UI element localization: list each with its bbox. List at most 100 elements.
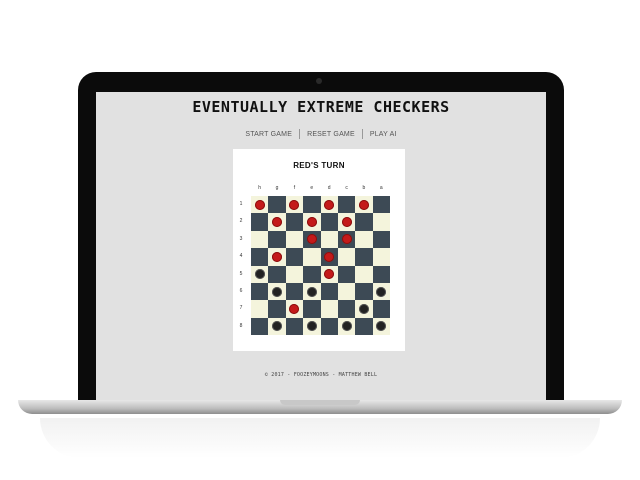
board-square[interactable]: [251, 196, 269, 214]
board-square[interactable]: [320, 196, 338, 214]
red-checker-piece[interactable]: [254, 199, 265, 210]
board-square[interactable]: [285, 317, 304, 335]
red-checker-piece[interactable]: [306, 234, 317, 245]
board-square[interactable]: [337, 230, 356, 249]
black-checker-piece[interactable]: [376, 321, 387, 332]
red-checker-piece[interactable]: [341, 234, 352, 245]
board-square[interactable]: [303, 248, 321, 266]
board-square[interactable]: [268, 196, 286, 214]
column-label: b: [362, 185, 366, 191]
board-square[interactable]: [355, 230, 373, 249]
page-title: Eventually Extreme Checkers: [192, 98, 450, 116]
red-checker-piece[interactable]: [306, 217, 317, 228]
board-square[interactable]: [372, 282, 390, 301]
board-square[interactable]: [337, 300, 356, 318]
reset-game-button[interactable]: Reset Game: [300, 131, 362, 138]
board-square[interactable]: [303, 230, 321, 249]
black-checker-piece[interactable]: [376, 286, 387, 297]
red-checker-piece[interactable]: [358, 199, 369, 210]
board-square[interactable]: [268, 317, 286, 335]
board-square[interactable]: [372, 248, 390, 266]
red-checker-piece[interactable]: [324, 251, 335, 262]
black-checker-piece[interactable]: [358, 303, 369, 314]
black-checker-piece[interactable]: [254, 269, 265, 280]
red-checker-piece[interactable]: [289, 199, 300, 210]
board-square[interactable]: [303, 300, 321, 318]
row-label: 2: [239, 218, 243, 225]
board-square[interactable]: [320, 248, 338, 266]
board-square[interactable]: [372, 317, 390, 335]
board-square[interactable]: [303, 282, 321, 301]
board-square[interactable]: [251, 230, 269, 249]
board-square[interactable]: [355, 317, 373, 335]
board-square[interactable]: [251, 248, 269, 266]
red-checker-piece[interactable]: [324, 199, 335, 210]
board-square[interactable]: [320, 300, 338, 318]
board-square[interactable]: [337, 248, 356, 266]
board-square[interactable]: [268, 265, 286, 283]
board-square[interactable]: [303, 196, 321, 214]
board-square[interactable]: [355, 248, 373, 266]
board-square[interactable]: [251, 213, 269, 231]
start-game-button[interactable]: Start Game: [238, 131, 299, 138]
board-square[interactable]: [320, 265, 338, 283]
board-square[interactable]: [303, 265, 321, 283]
board-square[interactable]: [285, 213, 304, 231]
board-square[interactable]: [268, 248, 286, 266]
laptop-lid: Eventually Extreme Checkers Start Game R…: [78, 72, 564, 402]
board-square[interactable]: [372, 300, 390, 318]
red-checker-piece[interactable]: [341, 217, 352, 228]
black-checker-piece[interactable]: [306, 321, 317, 332]
board-square[interactable]: [285, 300, 304, 318]
column-label: c: [345, 185, 348, 191]
column-label: h: [258, 185, 262, 191]
board-square[interactable]: [285, 230, 304, 249]
board-square[interactable]: [251, 265, 269, 283]
board-square[interactable]: [251, 300, 269, 318]
board-square[interactable]: [355, 265, 373, 283]
board-square[interactable]: [320, 230, 338, 249]
board-square[interactable]: [320, 282, 338, 301]
board-square[interactable]: [285, 265, 304, 283]
board-square[interactable]: [268, 300, 286, 318]
board-square[interactable]: [372, 265, 390, 283]
row-label: 1: [239, 201, 243, 207]
board-square[interactable]: [337, 265, 356, 283]
reflection: [40, 418, 600, 458]
board-square[interactable]: [268, 213, 286, 231]
board-square[interactable]: [285, 248, 304, 266]
board-square[interactable]: [372, 213, 390, 231]
black-checker-piece[interactable]: [341, 321, 352, 332]
row-label: 5: [239, 270, 243, 277]
board-square[interactable]: [337, 282, 356, 301]
board-square[interactable]: [372, 196, 390, 214]
board-square[interactable]: [337, 317, 356, 335]
board-square[interactable]: [320, 317, 338, 335]
black-checker-piece[interactable]: [306, 286, 317, 297]
red-checker-piece[interactable]: [272, 251, 283, 262]
board-square[interactable]: [355, 282, 373, 301]
board-square[interactable]: [320, 213, 338, 231]
red-checker-piece[interactable]: [272, 217, 283, 228]
black-checker-piece[interactable]: [272, 321, 283, 332]
board-square[interactable]: [303, 213, 321, 231]
row-label: 3: [239, 235, 243, 242]
board-square[interactable]: [285, 196, 304, 214]
board-square[interactable]: [303, 317, 321, 335]
board-square[interactable]: [251, 317, 269, 335]
board-square[interactable]: [372, 230, 390, 249]
red-checker-piece[interactable]: [289, 303, 300, 314]
board-square[interactable]: [285, 282, 304, 301]
board-square[interactable]: [337, 213, 356, 231]
red-checker-piece[interactable]: [324, 269, 335, 280]
board-square[interactable]: [355, 196, 373, 214]
board-square[interactable]: [337, 196, 356, 214]
board-square[interactable]: [355, 213, 373, 231]
black-checker-piece[interactable]: [272, 286, 283, 297]
board-square[interactable]: [355, 300, 373, 318]
play-ai-button[interactable]: Play AI: [363, 131, 404, 138]
board-square[interactable]: [251, 282, 269, 301]
board-square[interactable]: [268, 282, 286, 301]
board-square[interactable]: [268, 230, 286, 249]
column-label: f: [293, 185, 296, 191]
